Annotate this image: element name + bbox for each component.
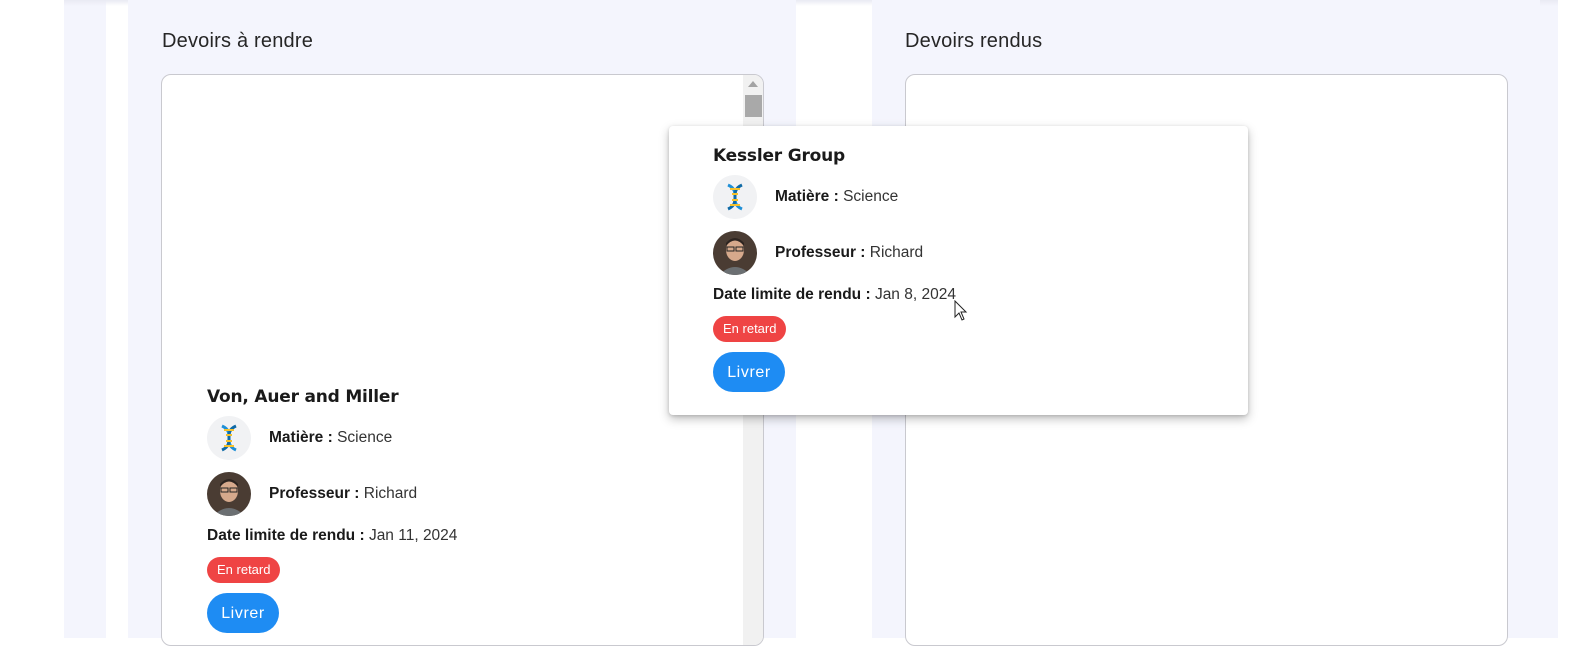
card-title: Von, Auer and Miller: [207, 387, 399, 407]
subject-value: Science: [843, 188, 899, 205]
teacher-row: Professeur : Richard: [207, 471, 457, 517]
teacher-value: Richard: [869, 244, 924, 261]
mouse-cursor-icon: [954, 300, 968, 321]
due-value: Jan 8, 2024: [874, 286, 956, 303]
status-badge: En retard: [713, 316, 787, 342]
due-date-row: Date limite de rendu : Jan 11, 2024: [207, 527, 457, 545]
teacher-label: Professeur :: [775, 244, 866, 261]
subject-value: Science: [337, 429, 393, 446]
assignment-card[interactable]: Von, Auer and Miller Matière : Science P…: [207, 387, 457, 633]
scroll-thumb[interactable]: [745, 95, 762, 117]
subject-label: Matière :: [269, 429, 333, 446]
subject-label: Matière :: [775, 188, 839, 205]
teacher-row: Professeur : Richard: [713, 230, 956, 276]
due-label: Date limite de rendu :: [713, 286, 871, 303]
teacher-avatar: [207, 472, 251, 516]
delivered-title: Devoirs rendus: [905, 30, 1043, 52]
assignment-card[interactable]: Kessler Group Matière : Science Professe…: [713, 146, 956, 392]
status-badge: En retard: [207, 557, 281, 583]
due-date-row: Date limite de rendu : Jan 8, 2024: [713, 286, 956, 304]
due-label: Date limite de rendu :: [207, 527, 365, 544]
page-band-right: [1540, 0, 1558, 638]
scroll-up-arrow-icon[interactable]: [748, 81, 758, 87]
deliver-button[interactable]: Livrer: [713, 352, 785, 392]
dna-icon: [207, 416, 251, 460]
pending-title: Devoirs à rendre: [162, 30, 314, 52]
deliver-button[interactable]: Livrer: [207, 593, 279, 633]
dna-icon: [713, 175, 757, 219]
drag-preview-card[interactable]: Kessler Group Matière : Science Professe…: [669, 126, 1248, 415]
page-band-left: [64, 0, 106, 638]
subject-row: Matière : Science: [713, 174, 956, 220]
teacher-label: Professeur :: [269, 485, 360, 502]
card-title: Kessler Group: [713, 146, 845, 166]
subject-row: Matière : Science: [207, 415, 457, 461]
teacher-avatar: [713, 231, 757, 275]
teacher-value: Richard: [363, 485, 418, 502]
due-value: Jan 11, 2024: [368, 527, 458, 544]
